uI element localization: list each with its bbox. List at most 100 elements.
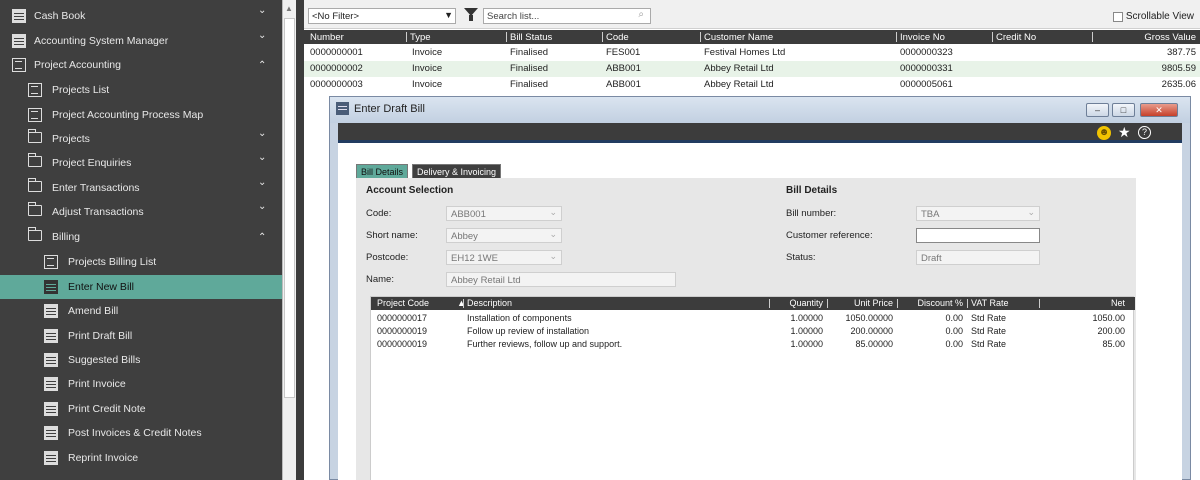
- grid-column-header[interactable]: VAT Rate: [971, 298, 1009, 308]
- table-row[interactable]: 0000000001 Invoice Finalised FES001 Festival…: [304, 45, 1200, 61]
- scrollable-view-toggle[interactable]: Scrollable View: [1112, 11, 1194, 22]
- splitter[interactable]: [296, 0, 304, 480]
- status-value: Draft: [921, 253, 942, 264]
- column-header[interactable]: Bill Status: [510, 32, 552, 43]
- tab-bill-details[interactable]: Bill Details: [356, 164, 409, 178]
- maximize-button[interactable]: □: [1112, 103, 1135, 117]
- scroll-up-arrow-icon[interactable]: ▲: [285, 4, 293, 13]
- grid-row[interactable]: 0000000017 Installation of components 1.00…: [371, 312, 1135, 325]
- table-cell: 387.75: [1166, 47, 1196, 58]
- filter-funnel-icon[interactable]: [464, 8, 478, 22]
- column-separator[interactable]: [700, 32, 701, 42]
- table-row[interactable]: 0000000002 Invoice Finalised ABB001 Abbey Re…: [304, 61, 1200, 77]
- sidebar-item-enter-transactions[interactable]: Enter Transactions ⌄: [0, 176, 282, 200]
- column-separator[interactable]: [602, 32, 603, 42]
- bill-number-select[interactable]: TBA ⌄: [916, 206, 1040, 221]
- grid-row[interactable]: 0000000019 Follow up review of installati…: [371, 325, 1135, 338]
- form-icon: [44, 304, 58, 318]
- postcode-select[interactable]: EH12 1WE ⌄: [446, 250, 562, 265]
- grid-column-header[interactable]: Description: [467, 298, 512, 308]
- chevron-down-icon[interactable]: ⌄: [258, 30, 266, 41]
- column-header[interactable]: Gross Value: [1144, 32, 1196, 43]
- sidebar-item-projects-list[interactable]: Projects List: [0, 78, 282, 102]
- column-separator[interactable]: [992, 32, 993, 42]
- short-name-select[interactable]: Abbey ⌄: [446, 228, 562, 243]
- sidebar-item-billing[interactable]: Billing ⌃: [0, 225, 282, 249]
- sidebar-item-print-draft-bill[interactable]: Print Draft Bill: [0, 324, 282, 348]
- sidebar-item-project-accounting[interactable]: Project Accounting ⌃: [0, 53, 282, 77]
- sidebar-item-reprint-invoice[interactable]: Reprint Invoice: [0, 446, 282, 470]
- column-header[interactable]: Invoice No: [900, 32, 945, 43]
- sidebar-item-amend-bill[interactable]: Amend Bill: [0, 299, 282, 323]
- sidebar-item-label: Suggested Bills: [68, 354, 141, 366]
- sidebar-scrollbar[interactable]: ▲: [282, 0, 296, 480]
- sort-ascending-icon[interactable]: ▲: [457, 298, 466, 308]
- filter-select[interactable]: <No Filter> ▼: [308, 8, 456, 24]
- smiley-feedback-icon[interactable]: ☻: [1097, 126, 1111, 140]
- column-separator[interactable]: [827, 299, 828, 308]
- search-input[interactable]: Search list... ⌕: [483, 8, 651, 24]
- sidebar-item-print-credit-note[interactable]: Print Credit Note: [0, 397, 282, 421]
- code-select[interactable]: ABB001 ⌄: [446, 206, 562, 221]
- help-icon[interactable]: ?: [1138, 126, 1151, 139]
- column-separator[interactable]: [406, 32, 407, 42]
- minimize-button[interactable]: –: [1086, 103, 1109, 117]
- sidebar-item-projects[interactable]: Projects ⌄: [0, 127, 282, 151]
- list-header: Number Type Bill Status Code Customer Name In…: [304, 30, 1200, 44]
- chevron-down-icon[interactable]: ⌄: [258, 152, 266, 163]
- column-header[interactable]: Credit No: [996, 32, 1036, 43]
- table-row[interactable]: 0000000003 Invoice Finalised ABB001 Abbey Re…: [304, 77, 1200, 93]
- tab-delivery-invoicing[interactable]: Delivery & Invoicing: [412, 164, 502, 178]
- grid-column-header[interactable]: Quantity: [771, 298, 823, 308]
- column-header[interactable]: Type: [410, 32, 431, 43]
- column-separator[interactable]: [1039, 299, 1040, 308]
- chevron-down-icon[interactable]: ⌄: [258, 201, 266, 212]
- sidebar-item-print-invoice[interactable]: Print Invoice: [0, 372, 282, 396]
- sidebar-item-post-invoices-credit-notes[interactable]: Post Invoices & Credit Notes: [0, 421, 282, 445]
- close-button[interactable]: ✕: [1140, 103, 1178, 117]
- bill-details-panel: Account Selection Bill Details Code: ABB…: [356, 178, 1136, 480]
- name-field[interactable]: Abbey Retail Ltd: [446, 272, 676, 287]
- column-header[interactable]: Number: [310, 32, 344, 43]
- sidebar-item-projects-billing-list[interactable]: Projects Billing List: [0, 250, 282, 274]
- scrollable-view-checkbox[interactable]: [1112, 11, 1123, 22]
- sidebar-item-suggested-bills[interactable]: Suggested Bills: [0, 348, 282, 372]
- column-separator[interactable]: [769, 299, 770, 308]
- grid-column-header[interactable]: Discount %: [899, 298, 963, 308]
- grid-column-header[interactable]: Project Code: [377, 298, 429, 308]
- grid-cell: 85.00: [1102, 339, 1125, 349]
- chevron-down-icon[interactable]: ⌄: [258, 128, 266, 139]
- chevron-down-icon[interactable]: ⌄: [258, 5, 266, 16]
- column-header[interactable]: Customer Name: [704, 32, 773, 43]
- sidebar-item-label: Project Accounting Process Map: [52, 109, 204, 121]
- column-separator[interactable]: [967, 299, 968, 308]
- form-icon: [44, 329, 58, 343]
- sidebar-item-project-accounting-process-map[interactable]: Project Accounting Process Map: [0, 103, 282, 127]
- sidebar-item-accounting-system-manager[interactable]: Accounting System Manager ⌄: [0, 29, 282, 53]
- grid-column-header[interactable]: Net: [1041, 298, 1125, 308]
- sidebar-item-cash-book[interactable]: Cash Book ⌄: [0, 4, 282, 28]
- search-icon[interactable]: ⌕: [638, 9, 644, 20]
- favourite-star-icon[interactable]: ★: [1118, 124, 1131, 141]
- chevron-up-icon[interactable]: ⌃: [258, 232, 266, 243]
- column-separator[interactable]: [463, 299, 464, 308]
- column-header[interactable]: Code: [606, 32, 629, 43]
- sidebar-item-label: Reprint Invoice: [68, 452, 139, 464]
- column-separator[interactable]: [897, 299, 898, 308]
- column-separator[interactable]: [896, 32, 897, 42]
- column-separator[interactable]: [506, 32, 507, 42]
- chevron-down-icon[interactable]: ⌄: [258, 177, 266, 188]
- form-icon: [44, 280, 58, 294]
- window-titlebar[interactable]: Enter Draft Bill – □ ✕: [330, 97, 1190, 123]
- customer-reference-input[interactable]: [916, 228, 1040, 243]
- grid-row[interactable]: 0000000019 Further reviews, follow up and…: [371, 338, 1135, 351]
- sidebar-item-enter-new-bill[interactable]: Enter New Bill: [0, 275, 282, 299]
- sidebar-item-adjust-transactions[interactable]: Adjust Transactions ⌄: [0, 200, 282, 224]
- column-separator[interactable]: [1092, 32, 1093, 42]
- window-toolbar: ☻ ★ ?: [338, 123, 1182, 143]
- sidebar-item-label: Enter New Bill: [68, 281, 134, 293]
- scrollbar-thumb[interactable]: [284, 18, 295, 398]
- sidebar-item-project-enquiries[interactable]: Project Enquiries ⌄: [0, 151, 282, 175]
- grid-column-header[interactable]: Unit Price: [829, 298, 893, 308]
- chevron-up-icon[interactable]: ⌃: [258, 60, 266, 71]
